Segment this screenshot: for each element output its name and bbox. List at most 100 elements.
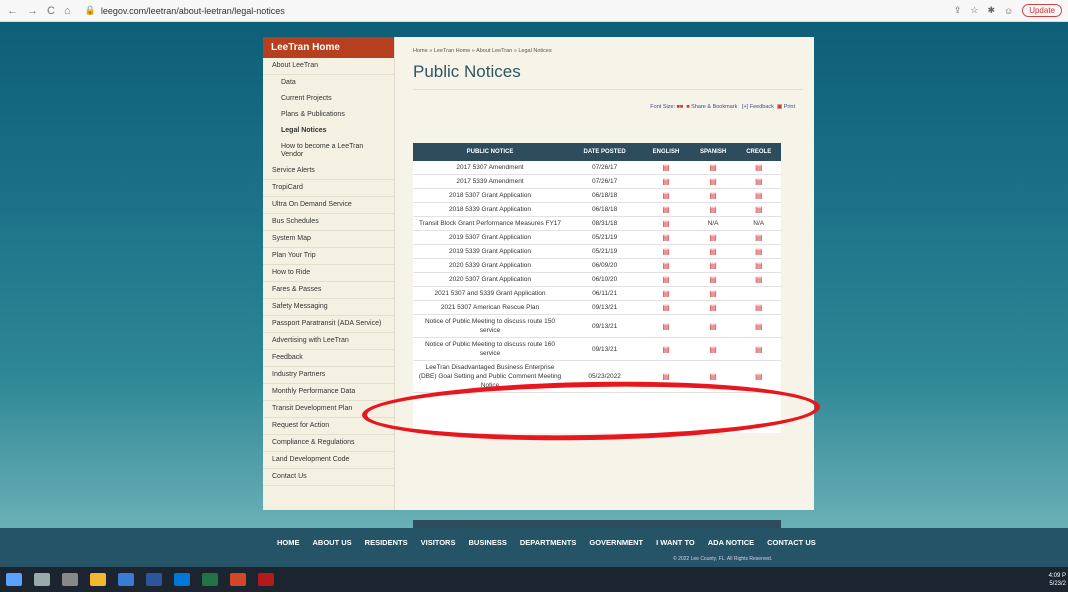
home-icon[interactable]: ⌂: [64, 5, 71, 17]
sidebar-item[interactable]: Feedback: [263, 350, 394, 367]
footer-link[interactable]: BUSINESS: [468, 538, 506, 547]
pdf-icon[interactable]: ▤: [689, 174, 737, 189]
sidebar: LeeTran Home About LeeTran Data Current Pr…: [263, 37, 395, 510]
sidebar-item[interactable]: Safety Messaging: [263, 299, 394, 316]
sidebar-item[interactable]: Legal Notices: [263, 123, 394, 139]
back-icon[interactable]: ←: [7, 5, 18, 17]
sidebar-item[interactable]: How to become a LeeTran Vendor: [263, 139, 394, 163]
pdf-icon[interactable]: ▤: [736, 258, 781, 273]
footer-link[interactable]: CONTACT US: [767, 538, 816, 547]
pdf-icon[interactable]: ▤: [642, 202, 690, 217]
pdf-icon[interactable]: ▤: [689, 230, 737, 245]
star-icon[interactable]: ☆: [970, 5, 978, 16]
pdf-icon[interactable]: ▤: [689, 202, 737, 217]
pdf-icon[interactable]: ▤: [642, 258, 690, 273]
pdf-icon[interactable]: ▤: [689, 314, 737, 338]
forward-icon[interactable]: →: [27, 5, 38, 17]
sidebar-item[interactable]: Monthly Performance Data: [263, 384, 394, 401]
sidebar-item[interactable]: Ultra On Demand Service: [263, 197, 394, 214]
chrome-icon[interactable]: [118, 573, 134, 586]
extensions-icon[interactable]: ✱: [987, 5, 995, 16]
footer-link[interactable]: VISITORS: [421, 538, 456, 547]
sidebar-item[interactable]: Current Projects: [263, 91, 394, 107]
footer-link[interactable]: I WANT TO: [656, 538, 695, 547]
sidebar-home[interactable]: LeeTran Home: [263, 37, 394, 58]
pdf-icon[interactable]: ▤: [642, 286, 690, 301]
pdf-icon[interactable]: ▤: [736, 244, 781, 259]
pdf-icon[interactable]: ▤: [689, 258, 737, 273]
search-icon[interactable]: [34, 573, 50, 586]
sidebar-item[interactable]: Service Alerts: [263, 163, 394, 180]
sidebar-item[interactable]: About LeeTran: [263, 58, 394, 75]
footer-link[interactable]: RESIDENTS: [365, 538, 408, 547]
sidebar-item[interactable]: Land Development Code: [263, 452, 394, 469]
sidebar-item[interactable]: Fares & Passes: [263, 282, 394, 299]
windows-icon[interactable]: [6, 573, 22, 586]
pdf-icon[interactable]: ▤: [642, 230, 690, 245]
breadcrumb[interactable]: Home » LeeTran Home » About LeeTran » Le…: [413, 48, 803, 54]
sidebar-item[interactable]: Data: [263, 75, 394, 91]
pdf-icon[interactable]: ▤: [736, 272, 781, 287]
footer-link[interactable]: DEPARTMENTS: [520, 538, 577, 547]
address-bar[interactable]: 🔒 leegov.com/leetran/about-leetran/legal-…: [85, 5, 285, 16]
update-button[interactable]: Update: [1022, 4, 1062, 17]
word-icon[interactable]: [146, 573, 162, 586]
pdf-icon[interactable]: ▤: [642, 174, 690, 189]
pdf-icon[interactable]: ▤: [736, 230, 781, 245]
pdf-icon[interactable]: ▤: [642, 188, 690, 203]
pdf-icon[interactable]: ▤: [736, 202, 781, 217]
profile-icon[interactable]: ☺: [1004, 6, 1013, 16]
pdf-icon[interactable]: ▤: [736, 314, 781, 338]
sidebar-item[interactable]: Plan Your Trip: [263, 248, 394, 265]
share-icon[interactable]: ⇪: [954, 5, 962, 16]
edge-icon[interactable]: [174, 573, 190, 586]
powerpoint-icon[interactable]: [230, 573, 246, 586]
sidebar-item[interactable]: System Map: [263, 231, 394, 248]
pdf-icon[interactable]: ▤: [689, 300, 737, 315]
sidebar-item[interactable]: Bus Schedules: [263, 214, 394, 231]
sidebar-item[interactable]: Compliance & Regulations: [263, 435, 394, 452]
font-size-icon[interactable]: ■■: [677, 104, 684, 110]
pdf-icon[interactable]: ▤: [642, 216, 690, 231]
pdf-icon[interactable]: ▤: [736, 300, 781, 315]
sidebar-item[interactable]: Contact Us: [263, 469, 394, 486]
pdf-icon[interactable]: ▤: [689, 188, 737, 203]
table-cell: 06/09/20: [567, 258, 643, 273]
pdf-icon[interactable]: ▤: [689, 337, 737, 361]
pdf-icon[interactable]: ▤: [642, 161, 690, 175]
excel-icon[interactable]: [202, 573, 218, 586]
pdf-icon[interactable]: ▤: [689, 286, 737, 301]
pdf-icon[interactable]: ▤: [642, 244, 690, 259]
pdf-icon[interactable]: ▤: [642, 300, 690, 315]
pdf-icon[interactable]: ▤: [642, 337, 690, 361]
pdf-icon[interactable]: ▤: [689, 272, 737, 287]
sidebar-item[interactable]: How to Ride: [263, 265, 394, 282]
reload-icon[interactable]: C: [47, 5, 55, 17]
pdf-icon[interactable]: ▤: [689, 244, 737, 259]
sidebar-item[interactable]: Plans & Publications: [263, 107, 394, 123]
pdf-icon[interactable]: ▤: [642, 272, 690, 287]
sidebar-item[interactable]: TropiCard: [263, 180, 394, 197]
file-explorer-icon[interactable]: [90, 573, 106, 586]
column-header: PUBLIC NOTICE: [413, 143, 567, 161]
font-size-label[interactable]: Font Size:: [650, 104, 675, 110]
sidebar-item[interactable]: Passport Paratransit (ADA Service): [263, 316, 394, 333]
footer-link[interactable]: ABOUT US: [313, 538, 352, 547]
pdf-icon[interactable]: ▤: [736, 188, 781, 203]
footer-link[interactable]: ADA NOTICE: [708, 538, 754, 547]
task-view-icon[interactable]: [62, 573, 78, 586]
print-link[interactable]: Print: [784, 104, 795, 110]
acrobat-icon[interactable]: [258, 573, 274, 586]
pdf-icon[interactable]: ▤: [736, 337, 781, 361]
pdf-icon[interactable]: ▤: [736, 174, 781, 189]
pdf-icon[interactable]: ▤: [642, 314, 690, 338]
share-bookmark-link[interactable]: Share & Bookmark: [691, 104, 737, 110]
sidebar-item[interactable]: Advertising with LeeTran: [263, 333, 394, 350]
column-header: CREOLE: [736, 143, 781, 161]
sidebar-item[interactable]: Industry Partners: [263, 367, 394, 384]
footer-link[interactable]: HOME: [277, 538, 300, 547]
feedback-link[interactable]: [+] Feedback: [742, 104, 774, 110]
pdf-icon[interactable]: ▤: [689, 161, 737, 175]
pdf-icon[interactable]: ▤: [736, 161, 781, 175]
footer-link[interactable]: GOVERNMENT: [589, 538, 643, 547]
